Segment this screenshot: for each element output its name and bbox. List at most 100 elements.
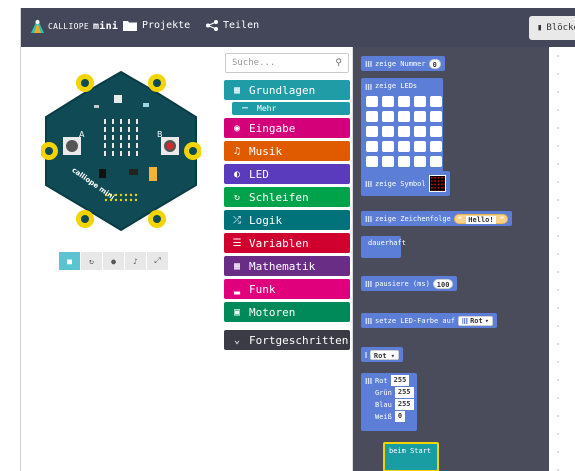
led-color-dropdown[interactable]: Rot ▾ [458, 315, 493, 326]
shuffle-icon: ⤮ [233, 214, 241, 226]
block-color[interactable]: Rot ▾ [361, 347, 403, 362]
pause-input[interactable]: 100 [432, 278, 454, 289]
grid-icon [365, 84, 372, 90]
category-label: Fortgeschritten [249, 333, 349, 347]
led-editor-grid[interactable] [366, 96, 446, 167]
block-set-led-color[interactable]: setze LED-Farbe auf Rot ▾ [361, 313, 497, 328]
top-bar: CALLIOPE mini Projekte Teilen ▮ Blöcke [21, 8, 575, 47]
speaker-icon: ♪ [133, 256, 138, 266]
category-grundlagen[interactable]: ▦ Grundlagen [224, 80, 350, 100]
loop-icon: ↻ [233, 191, 241, 203]
grid-icon [462, 317, 469, 324]
block-show-icon[interactable]: zeige Symbol [361, 171, 450, 196]
stop-icon: ■ [67, 256, 72, 266]
puzzle-icon: ▮ [537, 23, 543, 33]
blocks-toggle-button[interactable]: ▮ Blöcke [529, 16, 575, 40]
signal-icon: ▂ [233, 283, 241, 295]
projects-label: Projekte [142, 20, 191, 31]
category-motoren[interactable]: ▣ Motoren [224, 302, 350, 322]
rgb-green-label: Grün [375, 388, 392, 397]
mute-button[interactable]: ♪ [125, 252, 147, 270]
color-dropdown[interactable]: Rot ▾ [369, 349, 399, 360]
search-icon: ⚲ [335, 58, 342, 68]
category-label: Logik [249, 213, 283, 227]
calliope-logo-icon [31, 19, 44, 33]
pin-minus-label: - [81, 81, 84, 89]
category-label: Motoren [249, 305, 296, 319]
stop-simulator-button[interactable]: ■ [59, 252, 81, 270]
rgb-blue-label: Blau [375, 400, 392, 409]
share-icon [206, 20, 218, 31]
category-label: Variablen [249, 236, 309, 250]
toolbox-search-input[interactable]: Suche... ⚲ [225, 53, 349, 73]
brand-logo[interactable]: CALLIOPE mini [31, 19, 118, 33]
slow-motion-button[interactable]: ● [103, 252, 125, 270]
category-led[interactable]: ◐ LED [224, 164, 350, 184]
blocks-label: Blöcke [546, 23, 575, 33]
rgb-red-label: Rot [375, 376, 388, 385]
fullscreen-button[interactable]: ⤢ [147, 252, 169, 270]
restart-simulator-button[interactable]: ↻ [81, 252, 103, 270]
chevron-down-icon: ▾ [484, 316, 489, 325]
rgb-green-input[interactable]: 255 [394, 387, 414, 398]
block-show-leds[interactable]: zeige LEDs [361, 78, 443, 186]
chevron-down-icon: ⌄ [233, 334, 241, 346]
category-schleifen[interactable]: ↻ Schleifen [224, 187, 350, 207]
calculator-icon: ▦ [233, 260, 241, 272]
category-label: Musik [249, 144, 283, 158]
category-fortgeschritten[interactable]: ⌄ Fortgeschritten [224, 330, 350, 350]
grid-icon: ▦ [233, 84, 241, 96]
block-forever[interactable]: dauerhaft [361, 236, 406, 258]
block-show-number[interactable]: zeige Nummer 0 [361, 56, 445, 71]
block-flyout: zeige Nummer 0 zeige LEDs zeige Symbol z… [353, 47, 549, 471]
category-funk[interactable]: ▂ Funk [224, 279, 350, 299]
number-input[interactable]: 0 [428, 58, 441, 69]
pin-plus-label: + [153, 81, 159, 89]
grid-icon [365, 377, 372, 384]
block-label: dauerhaft [368, 239, 406, 247]
snail-icon: ● [111, 256, 116, 266]
toggle-icon: ◐ [233, 168, 241, 180]
rgb-led [149, 167, 157, 181]
category-label: Eingabe [249, 121, 296, 135]
category-eingabe[interactable]: ◉ Eingabe [224, 118, 350, 138]
category-variablen[interactable]: ☰ Variablen [224, 233, 350, 253]
category-label: Funk [249, 282, 276, 296]
more-icon: ⋯ [241, 103, 249, 114]
rgb-red-input[interactable]: 255 [390, 375, 410, 386]
grid-icon [365, 60, 372, 67]
search-placeholder: Suche... [232, 58, 276, 68]
calliope-board-simulator[interactable]: A B calliope mini - + [41, 67, 201, 237]
rgb-blue-input[interactable]: 255 [394, 399, 414, 410]
chevron-down-icon: ▾ [390, 351, 395, 360]
block-pause[interactable]: pausiere (ms) 100 [361, 276, 458, 291]
car-icon: ▣ [233, 306, 241, 318]
toolbox: Suche... ⚲ ▦ Grundlagen ⋯ Mehr ◉ Eingabe… [221, 47, 353, 471]
block-label: pausiere (ms) [375, 279, 430, 288]
category-label: Mehr [257, 104, 277, 113]
string-input[interactable]: “ Hello! ” [453, 213, 509, 224]
block-rgb[interactable]: Rot 255 Grün 255 Blau 255 Weiß 0 [361, 373, 417, 431]
projects-button[interactable]: Projekte [123, 20, 190, 31]
category-mehr[interactable]: ⋯ Mehr [232, 102, 350, 115]
target-icon: ◉ [233, 122, 241, 134]
category-musik[interactable]: ♫ Musik [224, 141, 350, 161]
share-button[interactable]: Teilen [206, 20, 259, 31]
simulator-panel: A B calliope mini - + ■ ↻ ● ♪ ⤢ [21, 47, 221, 471]
rgb-white-input[interactable]: 0 [394, 411, 406, 422]
brand-suffix: mini [92, 20, 119, 32]
block-show-string[interactable]: zeige Zeichenfolge “ Hello! ” [361, 211, 513, 226]
brand-prefix: CALLIOPE [48, 21, 89, 31]
workspace[interactable]: zeige Nummer 0 zeige LEDs zeige Symbol z… [353, 47, 575, 471]
category-mathematik[interactable]: ▦ Mathematik [224, 256, 350, 276]
icon-picker[interactable] [428, 175, 446, 192]
share-label: Teilen [223, 20, 260, 31]
grid-icon [365, 180, 372, 187]
grid-icon [365, 215, 372, 222]
block-label: beim Start [389, 447, 432, 455]
block-label: zeige LEDs [375, 82, 418, 90]
block-on-start[interactable]: beim Start [383, 442, 439, 471]
category-logik[interactable]: ⤮ Logik [224, 210, 350, 230]
color-block-value: Rot [373, 351, 387, 360]
grid-icon [365, 280, 372, 287]
